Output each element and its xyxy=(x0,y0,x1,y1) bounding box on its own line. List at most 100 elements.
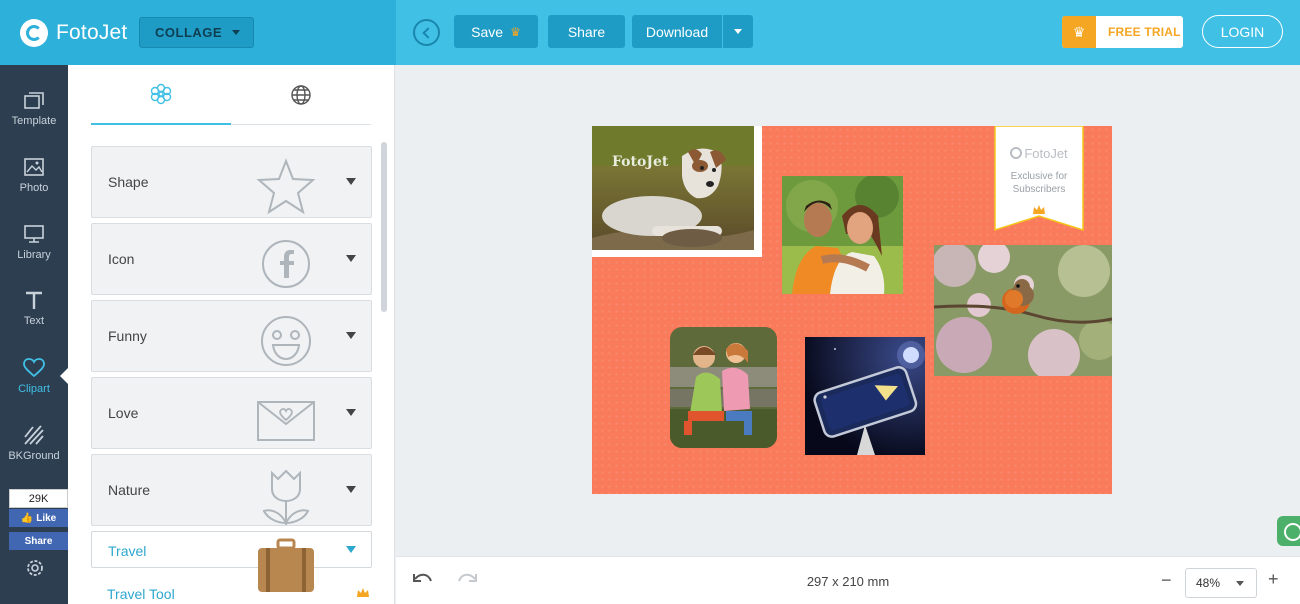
nav-label: Clipart xyxy=(18,383,50,395)
photo-phone[interactable] xyxy=(805,337,925,455)
share-button[interactable]: Share xyxy=(548,15,625,48)
template-icon xyxy=(23,89,45,111)
globe-icon xyxy=(291,84,311,105)
robin-photo xyxy=(934,245,1112,376)
flower-icon xyxy=(150,83,172,105)
chevron-down-icon xyxy=(1236,581,1244,586)
download-label: Download xyxy=(645,23,709,40)
badge-caption: Exclusive for Subscribers xyxy=(994,170,1084,196)
zoom-in-button[interactable]: + xyxy=(1268,569,1279,590)
category-funny[interactable]: Funny xyxy=(91,300,372,372)
zoom-value: 48% xyxy=(1196,576,1221,590)
nav-item-library[interactable]: Library xyxy=(0,223,68,283)
subcategory-travel-tool[interactable]: Travel Tool xyxy=(107,586,175,602)
badge-brand: FotoJet xyxy=(994,146,1084,161)
free-trial-label: FREE TRIAL xyxy=(1108,25,1181,39)
free-trial-button[interactable]: ♛ FREE TRIAL xyxy=(1062,16,1183,48)
settings-gear-icon[interactable] xyxy=(24,557,46,579)
back-button[interactable] xyxy=(413,19,440,46)
category-nature[interactable]: Nature xyxy=(91,454,372,526)
facebook-like-button[interactable]: 👍 Like xyxy=(9,509,68,527)
nav-label: BKGround xyxy=(8,450,60,462)
category-label: Love xyxy=(108,405,139,421)
chevron-down-icon xyxy=(346,332,356,339)
tab-clipart[interactable] xyxy=(91,65,231,125)
category-travel[interactable]: Travel xyxy=(91,531,372,592)
top-bar-left: FotoJet COLLAGE xyxy=(0,0,396,65)
suitcase-icon xyxy=(258,538,314,592)
bottom-bar: 297 x 210 mm − 48% + xyxy=(396,556,1300,604)
chevron-down-icon xyxy=(346,178,356,185)
exclusive-subscribers-badge: FotoJet Exclusive for Subscribers xyxy=(994,126,1084,232)
star-icon xyxy=(256,158,316,215)
nav-label: Text xyxy=(23,315,45,327)
save-button[interactable]: Save ♛ xyxy=(454,15,538,48)
share-label: Share xyxy=(567,23,606,40)
category-shape[interactable]: Shape xyxy=(91,146,372,218)
crown-icon xyxy=(1033,205,1045,214)
category-icon[interactable]: Icon xyxy=(91,223,372,295)
crown-icon xyxy=(357,588,369,597)
badge-brand-text: FotoJet xyxy=(1024,146,1068,161)
couple-photo xyxy=(782,176,903,294)
facebook-widget: 29K 👍 Like Share xyxy=(9,489,68,550)
zoom-dropdown[interactable]: 48% xyxy=(1185,568,1257,598)
phone-photo xyxy=(805,337,925,455)
dog-photo xyxy=(592,126,754,250)
logo-text: FotoJet xyxy=(56,21,128,44)
watermark-text: FotoJet xyxy=(612,154,669,170)
background-icon xyxy=(23,424,45,446)
collage-mode-dropdown[interactable]: COLLAGE xyxy=(139,17,254,48)
category-love[interactable]: Love xyxy=(91,377,372,449)
photo-couple[interactable] xyxy=(782,176,903,294)
badge-line-2: Subscribers xyxy=(1012,184,1066,195)
fotojet-logo-icon xyxy=(20,19,48,47)
zoom-out-button[interactable]: − xyxy=(1161,570,1172,591)
smiley-icon xyxy=(261,316,311,366)
nav-label: Library xyxy=(17,249,51,261)
category-label: Nature xyxy=(108,482,151,498)
crown-icon: ♛ xyxy=(510,24,521,39)
nav-item-text[interactable]: Text xyxy=(0,289,68,349)
login-button[interactable]: LOGIN xyxy=(1202,15,1283,48)
photo-robin[interactable] xyxy=(934,245,1112,376)
login-label: LOGIN xyxy=(1220,23,1265,40)
top-bar: FotoJet COLLAGE Save ♛ Share Download ♛ … xyxy=(0,0,1300,65)
clipart-panel: Shape Icon Funny Love Nature Travel Trav… xyxy=(68,65,395,604)
category-label: Funny xyxy=(108,328,147,344)
thumbs-up-icon: 👍 xyxy=(20,512,34,524)
envelope-heart-icon xyxy=(257,401,315,441)
nav-label: Template xyxy=(11,115,57,127)
photo-icon xyxy=(23,156,45,178)
photo-kids[interactable] xyxy=(670,327,777,448)
chevron-down-icon xyxy=(346,255,356,262)
facebook-like-count: 29K xyxy=(9,489,68,508)
crown-icon: ♛ xyxy=(1062,16,1096,48)
library-icon xyxy=(23,223,45,245)
nav-item-clipart[interactable]: Clipart xyxy=(0,357,68,417)
category-label: Icon xyxy=(108,251,135,267)
facebook-icon xyxy=(262,240,310,288)
category-label: Travel xyxy=(108,543,147,559)
category-label: Shape xyxy=(108,174,149,190)
save-label: Save xyxy=(471,23,504,40)
badge-logo-icon xyxy=(1010,147,1023,159)
panel-scrollbar[interactable] xyxy=(381,142,387,312)
download-options-button[interactable] xyxy=(723,15,753,48)
facebook-share-button[interactable]: Share xyxy=(9,532,68,550)
nav-item-background[interactable]: BKGround xyxy=(0,424,68,484)
left-nav: Template Photo Library Text Clipart BKGr… xyxy=(0,65,69,604)
nav-item-photo[interactable]: Photo xyxy=(0,156,68,216)
text-icon xyxy=(23,289,45,311)
tulip-icon xyxy=(262,469,310,525)
photo-dog-frame[interactable]: FotoJet xyxy=(592,126,762,257)
chevron-down-icon xyxy=(346,486,356,493)
download-button[interactable]: Download xyxy=(632,15,722,48)
chevron-down-icon xyxy=(346,409,356,416)
chat-support-button[interactable] xyxy=(1277,516,1300,546)
mode-label: COLLAGE xyxy=(155,25,223,40)
tab-web-images[interactable] xyxy=(231,65,371,125)
logo[interactable]: FotoJet xyxy=(20,18,127,48)
nav-label: Photo xyxy=(19,182,49,194)
nav-item-template[interactable]: Template xyxy=(0,89,68,149)
